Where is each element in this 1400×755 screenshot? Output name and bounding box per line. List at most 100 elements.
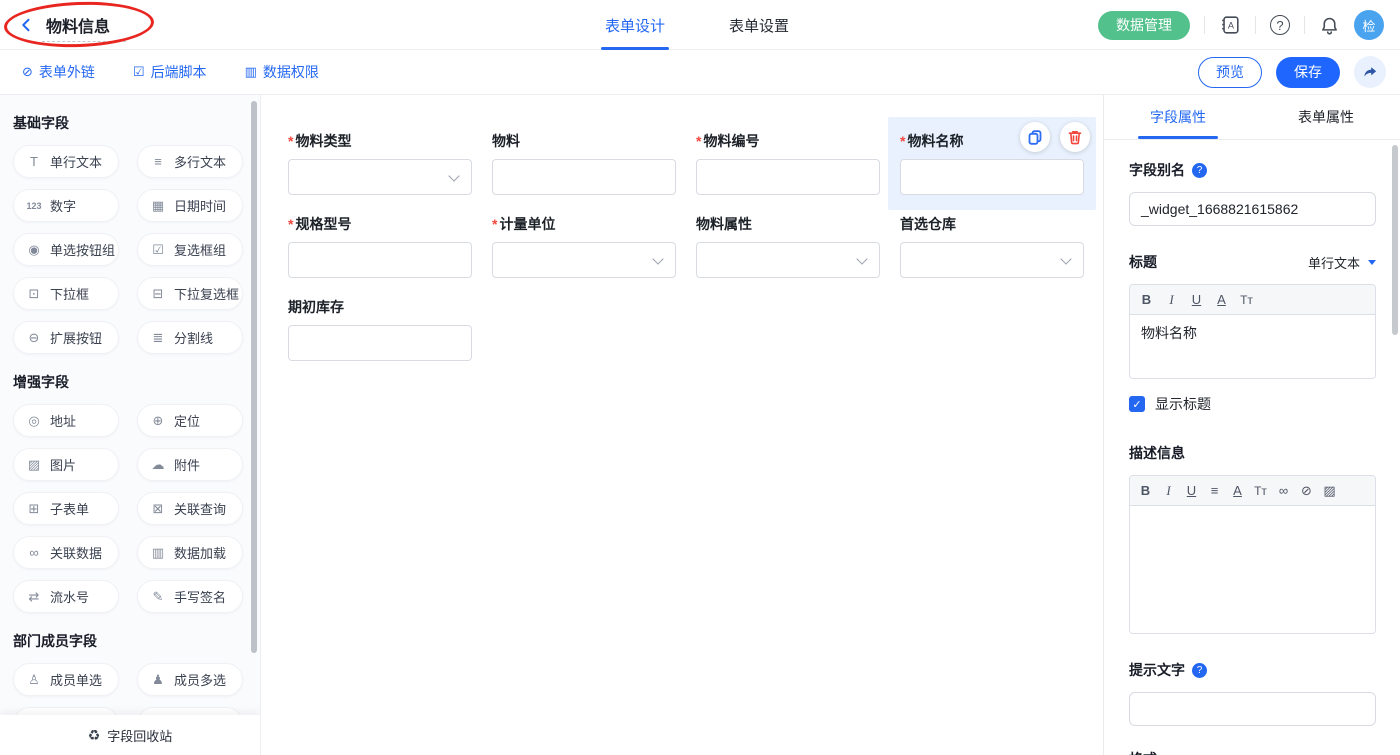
required-marker: * — [492, 216, 497, 232]
title-value-editor[interactable]: 物料名称 — [1130, 315, 1375, 378]
bold-icon[interactable]: B — [1134, 483, 1157, 498]
link-icon[interactable]: ∞ — [1272, 483, 1295, 498]
spec-model-input[interactable] — [288, 242, 472, 278]
field-preferred-warehouse[interactable]: 首选仓库 — [900, 214, 1084, 278]
palette-item-datetime[interactable]: ▦日期时间 — [137, 189, 243, 222]
palette-item-number[interactable]: 123数字 — [13, 189, 119, 222]
trash-icon — [1067, 129, 1083, 145]
tab-field-properties[interactable]: 字段属性 — [1104, 95, 1252, 139]
palette-item-subform[interactable]: ⊞子表单 — [13, 492, 119, 525]
field-material-code[interactable]: *物料编号 — [696, 131, 880, 195]
field-actions — [1020, 122, 1090, 152]
palette-item-radio-group[interactable]: ◉单选按钮组 — [13, 233, 119, 266]
person-icon: ♙ — [25, 672, 43, 688]
palette-item-action-button[interactable]: ⊖扩展按钮 — [13, 321, 119, 354]
title-type-dropdown[interactable]: 单行文本 — [1308, 253, 1376, 272]
opening-stock-input[interactable] — [288, 325, 472, 361]
font-color-icon[interactable]: A — [1226, 483, 1249, 498]
bell-icon[interactable] — [1319, 15, 1340, 36]
pen-icon: ✎ — [149, 589, 167, 605]
field-spec-model[interactable]: *规格型号 — [288, 214, 472, 278]
underline-icon[interactable]: U — [1184, 292, 1209, 307]
palette-item-serial-number[interactable]: ⇄流水号 — [13, 580, 119, 613]
back-icon[interactable] — [18, 16, 36, 34]
tab-form-settings[interactable]: 表单设置 — [729, 0, 789, 50]
toolbar-actions: 预览 保存 — [1198, 56, 1386, 88]
panel-scrollbar[interactable] — [1392, 145, 1398, 335]
preview-button[interactable]: 预览 — [1198, 57, 1262, 88]
palette-item-single-line-text[interactable]: T单行文本 — [13, 145, 119, 178]
form-external-link[interactable]: ⊘ 表单外链 — [22, 62, 95, 82]
field-material-attribute[interactable]: 物料属性 — [696, 214, 880, 278]
preferred-warehouse-select[interactable] — [900, 242, 1084, 278]
share-button[interactable] — [1354, 56, 1386, 88]
backend-script-link[interactable]: ☑ 后端脚本 — [133, 62, 207, 82]
divider — [1255, 16, 1256, 34]
font-color-icon[interactable]: A — [1209, 292, 1234, 307]
unlink-icon[interactable]: ⊘ — [1295, 483, 1318, 499]
bold-icon[interactable]: B — [1134, 292, 1159, 307]
material-attribute-select[interactable] — [696, 242, 880, 278]
palette-item-attachment[interactable]: ☁附件 — [137, 448, 243, 481]
avatar[interactable]: 检 — [1354, 10, 1384, 40]
palette-item-member-single[interactable]: ♙成员单选 — [13, 663, 119, 696]
italic-icon[interactable]: I — [1159, 292, 1184, 308]
save-button[interactable]: 保存 — [1276, 57, 1340, 88]
subform-icon: ⊞ — [25, 501, 43, 517]
data-manage-button[interactable]: 数据管理 — [1098, 11, 1190, 40]
tab-form-design[interactable]: 表单设计 — [605, 0, 665, 50]
material-name-input[interactable] — [900, 159, 1084, 195]
image-icon: ▨ — [25, 457, 43, 473]
field-opening-stock[interactable]: 期初库存 — [288, 297, 472, 361]
italic-icon[interactable]: I — [1157, 483, 1180, 499]
divider — [1204, 16, 1205, 34]
palette-item-image[interactable]: ▨图片 — [13, 448, 119, 481]
hint-input[interactable] — [1129, 692, 1376, 726]
tab-form-properties[interactable]: 表单属性 — [1252, 95, 1400, 139]
field-recycle-bin[interactable]: ♻ 字段回收站 — [0, 715, 260, 755]
delete-field-button[interactable] — [1060, 122, 1090, 152]
insert-image-icon[interactable]: ▨ — [1318, 483, 1341, 499]
palette-item-multi-line-text[interactable]: ≡多行文本 — [137, 145, 243, 178]
material-code-input[interactable] — [696, 159, 880, 195]
field-material-type[interactable]: *物料类型 — [288, 131, 472, 195]
palette-item-location[interactable]: ⊕定位 — [137, 404, 243, 437]
palette-item-member-multi[interactable]: ♟成员多选 — [137, 663, 243, 696]
help-icon[interactable]: ? — [1270, 15, 1290, 35]
palette-item-linked-data[interactable]: ∞关联数据 — [13, 536, 119, 569]
material-type-select[interactable] — [288, 159, 472, 195]
palette-item-select[interactable]: ⊡下拉框 — [13, 277, 119, 310]
palette-item-address[interactable]: ◎地址 — [13, 404, 119, 437]
copy-field-button[interactable] — [1020, 122, 1050, 152]
hint-help-icon[interactable]: ? — [1192, 663, 1207, 678]
alias-input[interactable]: _widget_1668821615862 — [1129, 192, 1376, 226]
description-value-editor[interactable] — [1130, 506, 1375, 633]
field-material-name-selected[interactable]: *物料名称 — [888, 117, 1096, 210]
field-material[interactable]: 物料 — [492, 131, 676, 195]
unit-select[interactable] — [492, 242, 676, 278]
data-permission-link[interactable]: ▥ 数据权限 — [245, 62, 319, 82]
section-title-members: 部门成员字段 — [13, 631, 260, 651]
cloud-icon: ☁ — [149, 457, 167, 473]
palette-item-checkbox-group[interactable]: ☑复选框组 — [137, 233, 243, 266]
language-book-icon[interactable]: A — [1219, 14, 1241, 36]
back-title-group: 物料信息 — [18, 13, 110, 37]
material-input[interactable] — [492, 159, 676, 195]
palette-item-divider[interactable]: ≣分割线 — [137, 321, 243, 354]
underline-icon[interactable]: U — [1180, 483, 1203, 498]
palette-item-signature[interactable]: ✎手写签名 — [137, 580, 243, 613]
multi-dropdown-icon: ⊟ — [149, 286, 167, 302]
show-title-toggle[interactable]: ✓ 显示标题 — [1129, 394, 1376, 414]
alias-help-icon[interactable]: ? — [1192, 163, 1207, 178]
font-size-icon[interactable]: Tт — [1234, 293, 1259, 307]
palette-item-multi-select[interactable]: ⊟下拉复选框 — [137, 277, 243, 310]
palette-item-data-load[interactable]: ▥数据加载 — [137, 536, 243, 569]
align-icon[interactable]: ≡ — [1203, 483, 1226, 498]
field-unit[interactable]: *计量单位 — [492, 214, 676, 278]
font-size-icon[interactable]: Tт — [1249, 484, 1272, 498]
checkbox-checked-icon: ✓ — [1129, 396, 1145, 412]
divider-icon: ≣ — [149, 330, 167, 346]
title-dashed-underline — [42, 41, 126, 42]
sidebar-scrollbar[interactable] — [251, 101, 257, 653]
palette-item-linked-query[interactable]: ⊠关联查询 — [137, 492, 243, 525]
